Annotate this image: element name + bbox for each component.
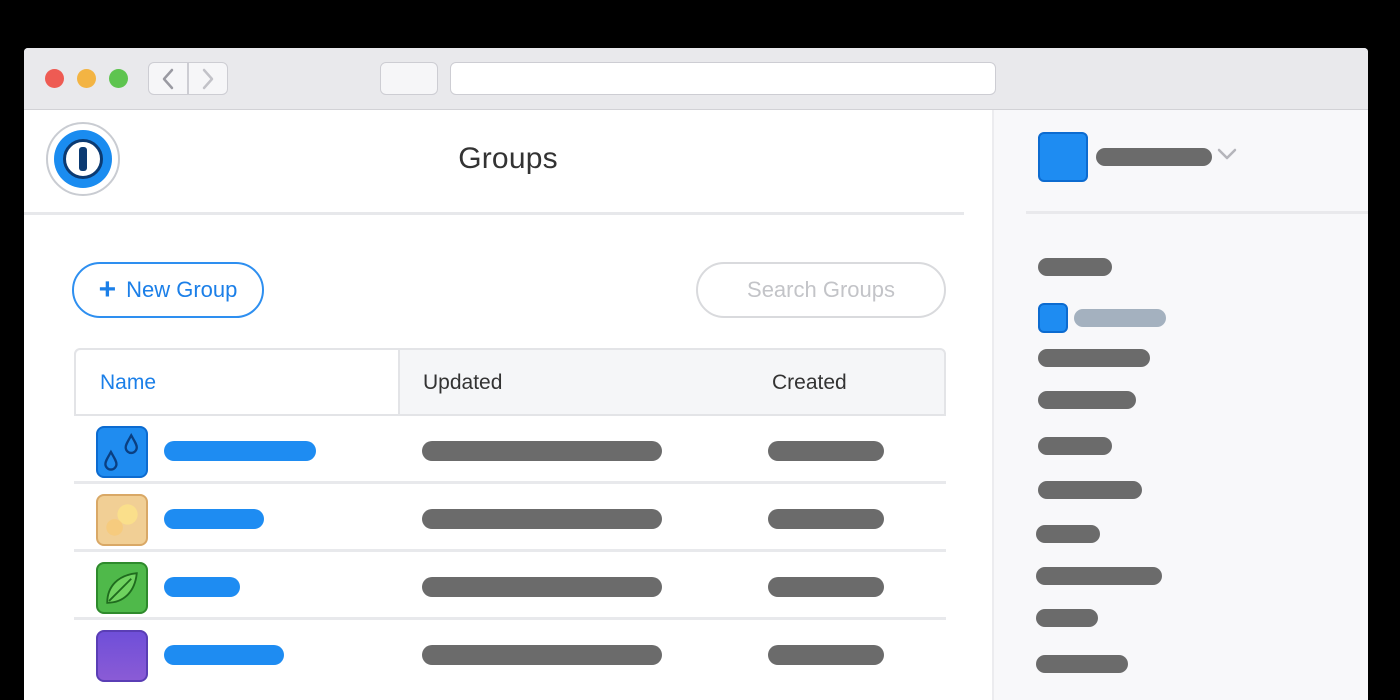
updated-placeholder xyxy=(422,509,662,529)
groups-table: Name Updated Created xyxy=(74,348,946,688)
account-name-placeholder[interactable] xyxy=(1096,148,1212,166)
group-name-placeholder xyxy=(164,645,284,665)
plus-icon: + xyxy=(98,273,117,306)
new-group-button[interactable]: + New Group xyxy=(72,262,264,318)
back-button[interactable] xyxy=(148,62,188,95)
zoom-window-button[interactable] xyxy=(109,69,128,88)
sidebar-item[interactable] xyxy=(1038,391,1136,409)
new-group-label: New Group xyxy=(126,277,238,302)
chevron-down-icon[interactable] xyxy=(1216,146,1238,162)
created-placeholder xyxy=(768,509,884,529)
sidebar-item[interactable] xyxy=(1038,349,1150,367)
table-row[interactable] xyxy=(74,620,946,688)
sidebar-item[interactable] xyxy=(1038,481,1142,499)
address-bar[interactable] xyxy=(450,62,996,95)
forward-button[interactable] xyxy=(188,62,228,95)
sidebar-item[interactable] xyxy=(1036,525,1100,543)
table-row[interactable] xyxy=(74,552,946,620)
water-drops-icon xyxy=(96,426,148,478)
updated-placeholder xyxy=(422,441,662,461)
table-row[interactable] xyxy=(74,416,946,484)
sidebar-item[interactable] xyxy=(1036,609,1098,627)
vault-icon xyxy=(1038,303,1068,333)
header-divider xyxy=(24,212,964,215)
sun-icon xyxy=(96,494,148,546)
sidebar-item[interactable] xyxy=(1036,567,1162,585)
sidebar-item[interactable] xyxy=(1036,655,1128,673)
created-placeholder xyxy=(768,645,884,665)
group-name-placeholder xyxy=(164,577,240,597)
page-title: Groups xyxy=(458,142,558,175)
tab-overview-button[interactable] xyxy=(380,62,438,95)
leaf-icon xyxy=(96,562,148,614)
minimize-window-button[interactable] xyxy=(77,69,96,88)
column-header-name[interactable]: Name xyxy=(100,371,156,395)
night-sky-icon xyxy=(96,630,148,682)
browser-window: Groups + New Group Search Groups Name Up… xyxy=(24,48,1368,700)
created-placeholder xyxy=(768,577,884,597)
account-avatar-icon[interactable] xyxy=(1038,132,1088,182)
column-header-updated[interactable]: Updated xyxy=(423,371,502,395)
sidebar-divider xyxy=(1026,211,1368,214)
group-name-placeholder xyxy=(164,441,316,461)
search-groups-input[interactable]: Search Groups xyxy=(696,262,946,318)
browser-titlebar xyxy=(24,48,1368,110)
table-row[interactable] xyxy=(74,484,946,552)
table-header: Name Updated Created xyxy=(74,348,946,416)
group-name-placeholder xyxy=(164,509,264,529)
chevron-right-icon xyxy=(202,68,214,89)
sidebar xyxy=(992,110,1368,700)
close-window-button[interactable] xyxy=(45,69,64,88)
sidebar-item[interactable] xyxy=(1038,437,1112,455)
sidebar-item[interactable] xyxy=(1038,258,1112,276)
sidebar-item-selected[interactable] xyxy=(1074,309,1166,327)
updated-placeholder xyxy=(422,645,662,665)
main-content: Groups + New Group Search Groups Name Up… xyxy=(24,110,992,700)
column-header-created[interactable]: Created xyxy=(772,371,847,395)
updated-placeholder xyxy=(422,577,662,597)
created-placeholder xyxy=(768,441,884,461)
chevron-left-icon xyxy=(162,68,174,89)
